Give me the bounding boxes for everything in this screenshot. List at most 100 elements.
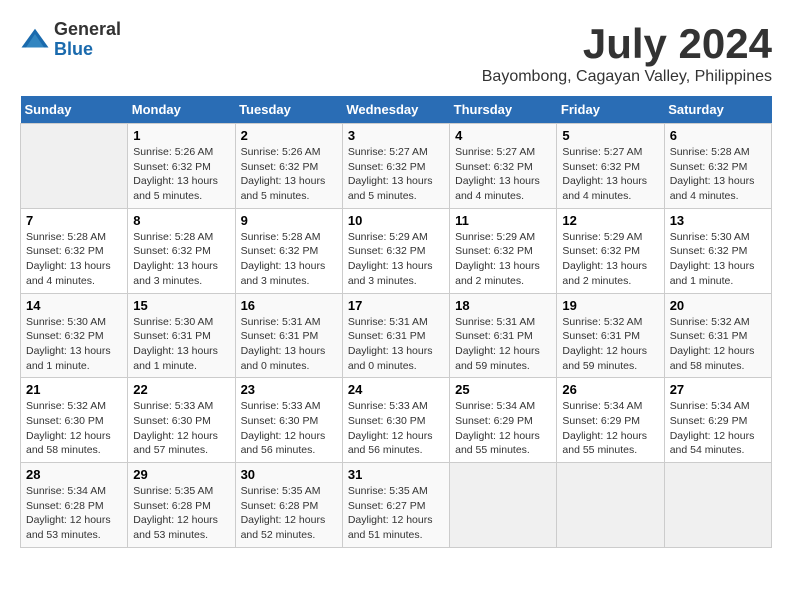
day-number: 27: [670, 382, 766, 397]
title-section: July 2024 Bayombong, Cagayan Valley, Phi…: [482, 20, 772, 86]
calendar-cell: 30 Sunrise: 5:35 AM Sunset: 6:28 PM Dayli…: [235, 463, 342, 548]
day-number: 8: [133, 213, 229, 228]
day-number: 24: [348, 382, 444, 397]
day-number: 9: [241, 213, 337, 228]
day-info: Sunrise: 5:30 AM Sunset: 6:32 PM Dayligh…: [670, 230, 766, 289]
calendar-cell: 2 Sunrise: 5:26 AM Sunset: 6:32 PM Daylig…: [235, 124, 342, 209]
calendar-cell: 9Sunrise: 5:28 AM Sunset: 6:32 PM Daylig…: [235, 208, 342, 293]
calendar-cell: 18 Sunrise: 5:31 AM Sunset: 6:31 PM Dayli…: [450, 293, 557, 378]
calendar-cell: 3 Sunrise: 5:27 AM Sunset: 6:32 PM Daylig…: [342, 124, 449, 209]
day-info: Sunrise: 5:34 AM Sunset: 6:29 PM Dayligh…: [455, 399, 551, 458]
day-info: Sunrise: 5:35 AM Sunset: 6:28 PM Dayligh…: [133, 484, 229, 543]
calendar-cell: 14 Sunrise: 5:30 AM Sunset: 6:32 PM Dayli…: [21, 293, 128, 378]
calendar-cell: 31 Sunrise: 5:35 AM Sunset: 6:27 PM Dayli…: [342, 463, 449, 548]
calendar-cell: 4 Sunrise: 5:27 AM Sunset: 6:32 PM Daylig…: [450, 124, 557, 209]
day-number: 15: [133, 298, 229, 313]
day-number: 12: [562, 213, 658, 228]
day-info: Sunrise: 5:34 AM Sunset: 6:29 PM Dayligh…: [562, 399, 658, 458]
calendar-cell: 17Sunrise: 5:31 AM Sunset: 6:31 PM Dayli…: [342, 293, 449, 378]
day-info: Sunrise: 5:35 AM Sunset: 6:28 PM Dayligh…: [241, 484, 337, 543]
day-info: Sunrise: 5:33 AM Sunset: 6:30 PM Dayligh…: [348, 399, 444, 458]
day-info: Sunrise: 5:33 AM Sunset: 6:30 PM Dayligh…: [241, 399, 337, 458]
logo-icon: [20, 25, 50, 55]
calendar-cell: 25 Sunrise: 5:34 AM Sunset: 6:29 PM Dayli…: [450, 378, 557, 463]
calendar-cell: [557, 463, 664, 548]
day-number: 13: [670, 213, 766, 228]
logo-text: General Blue: [54, 20, 121, 60]
day-number: 21: [26, 382, 122, 397]
day-info: Sunrise: 5:27 AM Sunset: 6:32 PM Dayligh…: [562, 145, 658, 204]
calendar-cell: 8Sunrise: 5:28 AM Sunset: 6:32 PM Daylig…: [128, 208, 235, 293]
header-cell-wednesday: Wednesday: [342, 96, 449, 124]
day-number: 4: [455, 128, 551, 143]
month-title: July 2024: [482, 20, 772, 68]
day-info: Sunrise: 5:29 AM Sunset: 6:32 PM Dayligh…: [562, 230, 658, 289]
day-number: 6: [670, 128, 766, 143]
day-info: Sunrise: 5:31 AM Sunset: 6:31 PM Dayligh…: [455, 315, 551, 374]
day-info: Sunrise: 5:28 AM Sunset: 6:32 PM Dayligh…: [26, 230, 122, 289]
week-row-2: 7 Sunrise: 5:28 AM Sunset: 6:32 PM Daylig…: [21, 208, 772, 293]
header-cell-sunday: Sunday: [21, 96, 128, 124]
page-header: General Blue July 2024 Bayombong, Cagaya…: [20, 20, 772, 86]
calendar-cell: 5 Sunrise: 5:27 AM Sunset: 6:32 PM Daylig…: [557, 124, 664, 209]
week-row-3: 14 Sunrise: 5:30 AM Sunset: 6:32 PM Dayli…: [21, 293, 772, 378]
day-info: Sunrise: 5:30 AM Sunset: 6:31 PM Dayligh…: [133, 315, 229, 374]
logo-blue: Blue: [54, 40, 121, 60]
calendar-cell: 29 Sunrise: 5:35 AM Sunset: 6:28 PM Dayli…: [128, 463, 235, 548]
day-info: Sunrise: 5:34 AM Sunset: 6:28 PM Dayligh…: [26, 484, 122, 543]
day-number: 30: [241, 467, 337, 482]
week-row-4: 21 Sunrise: 5:32 AM Sunset: 6:30 PM Dayli…: [21, 378, 772, 463]
calendar-cell: 24 Sunrise: 5:33 AM Sunset: 6:30 PM Dayli…: [342, 378, 449, 463]
day-info: Sunrise: 5:29 AM Sunset: 6:32 PM Dayligh…: [455, 230, 551, 289]
day-number: 31: [348, 467, 444, 482]
day-number: 16: [241, 298, 337, 313]
day-number: 25: [455, 382, 551, 397]
day-number: 23: [241, 382, 337, 397]
day-number: 20: [670, 298, 766, 313]
day-number: 22: [133, 382, 229, 397]
calendar-cell: 12 Sunrise: 5:29 AM Sunset: 6:32 PM Dayli…: [557, 208, 664, 293]
logo: General Blue: [20, 20, 121, 60]
day-number: 26: [562, 382, 658, 397]
calendar-body: 1 Sunrise: 5:26 AM Sunset: 6:32 PM Daylig…: [21, 124, 772, 548]
day-info: Sunrise: 5:27 AM Sunset: 6:32 PM Dayligh…: [455, 145, 551, 204]
day-info: Sunrise: 5:26 AM Sunset: 6:32 PM Dayligh…: [241, 145, 337, 204]
day-number: 14: [26, 298, 122, 313]
calendar-cell: 22 Sunrise: 5:33 AM Sunset: 6:30 PM Dayli…: [128, 378, 235, 463]
day-number: 7: [26, 213, 122, 228]
day-info: Sunrise: 5:35 AM Sunset: 6:27 PM Dayligh…: [348, 484, 444, 543]
header-cell-thursday: Thursday: [450, 96, 557, 124]
calendar-cell: 6 Sunrise: 5:28 AM Sunset: 6:32 PM Daylig…: [664, 124, 771, 209]
header-cell-monday: Monday: [128, 96, 235, 124]
calendar-cell: 21 Sunrise: 5:32 AM Sunset: 6:30 PM Dayli…: [21, 378, 128, 463]
calendar-cell: 26 Sunrise: 5:34 AM Sunset: 6:29 PM Dayli…: [557, 378, 664, 463]
day-info: Sunrise: 5:31 AM Sunset: 6:31 PM Dayligh…: [241, 315, 337, 374]
day-info: Sunrise: 5:33 AM Sunset: 6:30 PM Dayligh…: [133, 399, 229, 458]
day-number: 18: [455, 298, 551, 313]
day-info: Sunrise: 5:32 AM Sunset: 6:31 PM Dayligh…: [670, 315, 766, 374]
calendar-table: SundayMondayTuesdayWednesdayThursdayFrid…: [20, 96, 772, 548]
calendar-cell: 7 Sunrise: 5:28 AM Sunset: 6:32 PM Daylig…: [21, 208, 128, 293]
day-number: 2: [241, 128, 337, 143]
day-number: 29: [133, 467, 229, 482]
calendar-cell: 15 Sunrise: 5:30 AM Sunset: 6:31 PM Dayli…: [128, 293, 235, 378]
header-cell-saturday: Saturday: [664, 96, 771, 124]
calendar-cell: 19Sunrise: 5:32 AM Sunset: 6:31 PM Dayli…: [557, 293, 664, 378]
day-number: 5: [562, 128, 658, 143]
day-info: Sunrise: 5:30 AM Sunset: 6:32 PM Dayligh…: [26, 315, 122, 374]
day-info: Sunrise: 5:26 AM Sunset: 6:32 PM Dayligh…: [133, 145, 229, 204]
calendar-cell: 13 Sunrise: 5:30 AM Sunset: 6:32 PM Dayli…: [664, 208, 771, 293]
day-info: Sunrise: 5:27 AM Sunset: 6:32 PM Dayligh…: [348, 145, 444, 204]
day-number: 10: [348, 213, 444, 228]
day-info: Sunrise: 5:32 AM Sunset: 6:31 PM Dayligh…: [562, 315, 658, 374]
calendar-cell: 23 Sunrise: 5:33 AM Sunset: 6:30 PM Dayli…: [235, 378, 342, 463]
day-info: Sunrise: 5:29 AM Sunset: 6:32 PM Dayligh…: [348, 230, 444, 289]
day-number: 1: [133, 128, 229, 143]
day-info: Sunrise: 5:32 AM Sunset: 6:30 PM Dayligh…: [26, 399, 122, 458]
calendar-header: SundayMondayTuesdayWednesdayThursdayFrid…: [21, 96, 772, 124]
week-row-1: 1 Sunrise: 5:26 AM Sunset: 6:32 PM Daylig…: [21, 124, 772, 209]
day-number: 11: [455, 213, 551, 228]
day-number: 3: [348, 128, 444, 143]
calendar-cell: 10 Sunrise: 5:29 AM Sunset: 6:32 PM Dayli…: [342, 208, 449, 293]
day-info: Sunrise: 5:28 AM Sunset: 6:32 PM Dayligh…: [670, 145, 766, 204]
